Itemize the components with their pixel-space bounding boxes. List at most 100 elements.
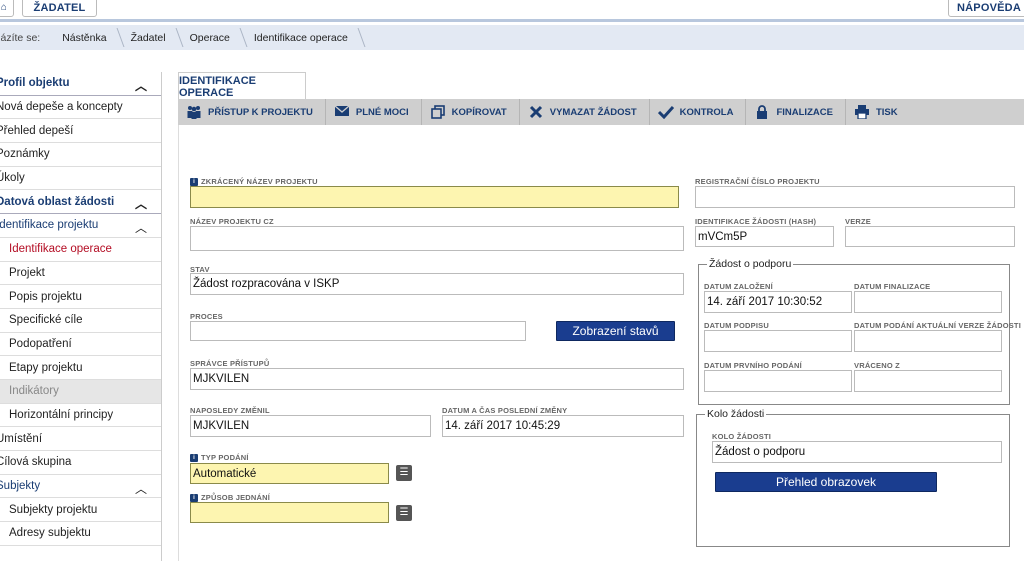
sidebar-item-identifikace-operace[interactable]: Identifikace operace [0, 238, 161, 262]
vymazat-zadost-button[interactable]: VYMAZAT ŽÁDOST [520, 99, 650, 125]
sidebar-item-label: Specifické cíle [9, 314, 83, 327]
zpusob-jednani-field[interactable] [190, 502, 389, 523]
sidebar-section-identifikace-projektu[interactable]: Identifikace projektu ︿ [0, 214, 161, 238]
registracni-cislo-label: REGISTRAČNÍ ČÍSLO PROJEKTU [695, 177, 820, 186]
list-icon[interactable]: ☰ [396, 465, 412, 481]
sidebar-item-label: Datová oblast žádosti [0, 195, 115, 208]
datum-podani-verze-label: DATUM PODÁNÍ AKTUÁLNÍ VERZE ŽÁDOSTI [854, 321, 1021, 330]
group-title: Kolo žádosti [705, 408, 767, 420]
users-icon [186, 105, 202, 119]
sidebar-item-label: Podopatření [9, 337, 72, 350]
zadatel-button[interactable]: ŽADATEL [22, 0, 97, 17]
kopirovat-label: KOPÍROVAT [451, 106, 507, 118]
typ-podani-field[interactable]: Automatické [190, 463, 389, 484]
group-title: Žádost o podporu [707, 258, 794, 270]
kopirovat-button[interactable]: KOPÍROVAT [422, 99, 520, 125]
kontrola-button[interactable]: KONTROLA [650, 99, 747, 125]
sidebar-section-profil-objektu[interactable]: Profil objektu ︿ [0, 72, 161, 96]
breadcrumb-item-identifikace-operace: Identifikace operace [244, 25, 362, 50]
sidebar-item-label: Umístění [0, 432, 43, 445]
hash-label: IDENTIFIKACE ŽÁDOSTI (HASH) [695, 217, 817, 226]
sidebar-item-label: Identifikace operace [9, 243, 112, 256]
info-icon: i [190, 454, 198, 463]
sidebar-item-poznamky[interactable]: Poznámky [0, 143, 161, 167]
finalizace-label: FINALIZACE [776, 106, 833, 118]
sidebar-item-label: Cílová skupina [0, 456, 72, 469]
typ-podani-label: i TYP PODÁNÍ [190, 453, 249, 463]
pristup-k-projektu-button[interactable]: PŘÍSTUP K PROJEKTU [178, 99, 326, 125]
sidebar-item-etapy-projektu[interactable]: Etapy projektu [0, 356, 161, 380]
vraceno-z-field [854, 370, 1002, 392]
sidebar-item-projekt[interactable]: Projekt [0, 262, 161, 286]
plne-moci-button[interactable]: PLNÉ MOCI [326, 99, 422, 125]
datum-podani-verze-field [854, 330, 1002, 352]
sidebar-item-popis-projektu[interactable]: Popis projektu [0, 285, 161, 309]
tab-identifikace-operace[interactable]: IDENTIFIKACE OPERACE [178, 72, 306, 100]
sidebar-item-prehled-depesi[interactable]: Přehled depeší [0, 119, 161, 144]
breadcrumb: Nacházíte se: Nástěnka Žadatel Operace I… [0, 25, 1024, 50]
sidebar-item-ukoly[interactable]: Úkoly [0, 167, 161, 191]
zobrazeni-stavu-button[interactable]: Zobrazení stavů [556, 321, 675, 341]
sidebar-item-podopatreni[interactable]: Podopatření [0, 333, 161, 357]
stav-field: Žádost rozpracována v ISKP [190, 273, 684, 295]
sidebar-item-adresy-subjektu[interactable]: Adresy subjektu [0, 522, 161, 546]
chevron-up-icon[interactable]: ︿ [135, 77, 147, 94]
breadcrumb-item-operace[interactable]: Operace [180, 25, 244, 50]
kontrola-label: KONTROLA [679, 106, 734, 118]
sidebar-item-label: Subjekty projektu [9, 503, 98, 516]
prehled-obrazovek-button[interactable]: Přehled obrazovek [715, 472, 937, 492]
copy-icon [430, 105, 446, 119]
sidebar-item-label: Adresy subjektu [9, 527, 91, 540]
zkraceny-nazev-label: i ZKRÁCENÝ NÁZEV PROJEKTU [190, 177, 318, 187]
action-toolbar: PŘÍSTUP K PROJEKTU PLNÉ MOCI KOPÍROVAT V… [178, 99, 1024, 125]
hash-field: mVCm5P [695, 226, 834, 247]
vraceno-z-label: VRÁCENO Z [854, 361, 900, 370]
datum-podpisu-label: DATUM PODPISU [704, 321, 769, 330]
sidebar-section-datova-oblast[interactable]: Datová oblast žádosti ︿ [0, 190, 161, 215]
printer-icon [854, 105, 870, 120]
tisk-button[interactable]: TISK [846, 99, 910, 125]
napoveda-button[interactable]: NÁPOVĚDA [948, 0, 1024, 17]
plne-moci-label: PLNÉ MOCI [355, 106, 409, 118]
nazev-cz-field[interactable] [190, 226, 684, 251]
sidebar-item-horizontalni-principy[interactable]: Horizontální principy [0, 404, 161, 428]
sidebar-item-label: Etapy projektu [9, 361, 83, 374]
sidebar: Profil objektu ︿ Nová depeše a koncepty P… [0, 72, 162, 561]
home-icon: ⌂ [0, 2, 8, 13]
datum-zalozeni-label: DATUM ZALOŽENÍ [704, 282, 773, 291]
sidebar-item-umisteni[interactable]: Umístění [0, 427, 161, 451]
naposledy-zmenil-label: NAPOSLEDY ZMĚNIL [190, 406, 270, 415]
datum-prvniho-podani-label: DATUM PRVNÍHO PODÁNÍ [704, 361, 802, 370]
chevron-up-icon[interactable]: ︿ [135, 195, 147, 212]
sidebar-item-nova-depese[interactable]: Nová depeše a koncepty [0, 96, 161, 120]
sidebar-item-specificke-cile[interactable]: Specifické cíle [0, 309, 161, 333]
sidebar-item-label: Poznámky [0, 148, 50, 161]
home-button[interactable]: ⌂ [0, 0, 14, 17]
sidebar-item-subjekty-projektu[interactable]: Subjekty projektu [0, 498, 161, 523]
datum-zalozeni-field: 14. září 2017 10:30:52 [704, 291, 852, 313]
sidebar-item-label: Identifikace projektu [0, 219, 99, 232]
finalizace-button[interactable]: FINALIZACE [746, 99, 846, 125]
list-icon[interactable]: ☰ [396, 505, 412, 521]
breadcrumb-item-nastenka[interactable]: Nástěnka [52, 25, 120, 50]
sidebar-section-subjekty[interactable]: Subjekty ︿ [0, 475, 161, 499]
zkraceny-nazev-field[interactable] [190, 186, 679, 208]
breadcrumb-item-zadatel[interactable]: Žadatel [121, 25, 180, 50]
sidebar-item-indikatory: Indikátory [0, 379, 161, 404]
chevron-up-icon[interactable]: ︿ [135, 219, 147, 236]
verze-label: VERZE [845, 217, 872, 226]
sidebar-item-label: Indikátory [9, 385, 59, 398]
sidebar-item-label: Projekt [9, 266, 45, 279]
checkmark-icon [657, 105, 674, 120]
registracni-cislo-field [695, 186, 1015, 208]
sidebar-item-cilova-skupina[interactable]: Cílová skupina [0, 451, 161, 475]
datum-zmeny-label: DATUM A ČAS POSLEDNÍ ZMĚNY [442, 406, 568, 415]
chevron-up-icon[interactable]: ︿ [135, 480, 147, 497]
info-icon: i [190, 178, 198, 187]
kolo-zadosti-field: Žádost o podporu [712, 441, 1002, 463]
proces-field[interactable] [190, 321, 526, 341]
envelope-icon [334, 105, 350, 119]
info-icon: i [190, 494, 198, 503]
sidebar-item-label: Horizontální principy [9, 408, 114, 421]
sidebar-item-label: Přehled depeší [0, 124, 74, 137]
